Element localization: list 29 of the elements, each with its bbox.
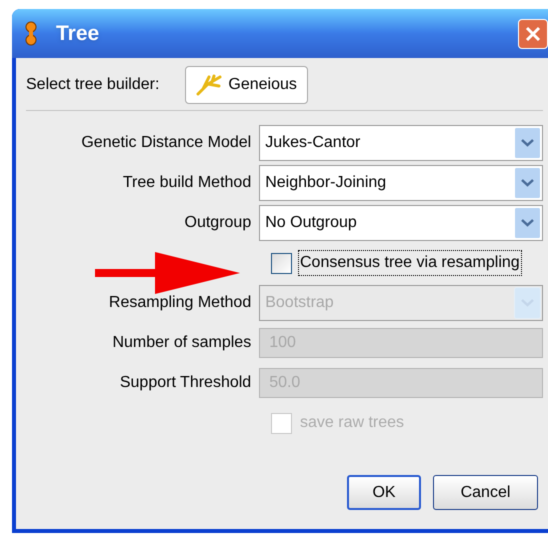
dropdown-value: Jukes-Cantor — [264, 133, 362, 153]
chevron-down-icon — [514, 207, 541, 239]
checkbox-label: Consensus tree via resampling — [298, 250, 522, 276]
dropdown[interactable]: No Outgroup — [259, 205, 543, 241]
field-label: Support Threshold — [118, 373, 252, 393]
dropdown-value: Bootstrap — [264, 293, 335, 313]
window-icon — [24, 20, 38, 46]
field-label: Genetic Distance Model — [80, 133, 252, 153]
chevron-down-icon — [514, 287, 541, 319]
dropdown[interactable]: Neighbor-Joining — [259, 165, 543, 201]
dropdown-value: No Outgroup — [264, 213, 358, 233]
tree-icon — [196, 74, 222, 96]
builder-label: Select tree builder: — [26, 74, 160, 94]
chevron-down-icon — [514, 167, 541, 199]
chevron-down-icon — [514, 127, 541, 159]
field-label: Number of samples — [111, 333, 252, 353]
dropdown[interactable]: Jukes-Cantor — [259, 125, 543, 161]
checkbox-label: save raw trees — [299, 413, 406, 433]
builder-button[interactable]: Geneious — [185, 66, 308, 104]
field-label: Outgroup — [184, 213, 252, 233]
window-title: Tree — [56, 20, 100, 47]
field-label: Tree build Method — [122, 173, 252, 193]
checkbox[interactable] — [271, 252, 292, 274]
dropdown-value: Neighbor-Joining — [264, 173, 388, 193]
field-label: Resampling Method — [108, 293, 252, 313]
close-button[interactable] — [518, 18, 548, 48]
close-icon — [524, 24, 542, 42]
dialog-button[interactable]: Cancel — [433, 475, 538, 510]
dialog-button[interactable]: OK — [347, 475, 421, 510]
